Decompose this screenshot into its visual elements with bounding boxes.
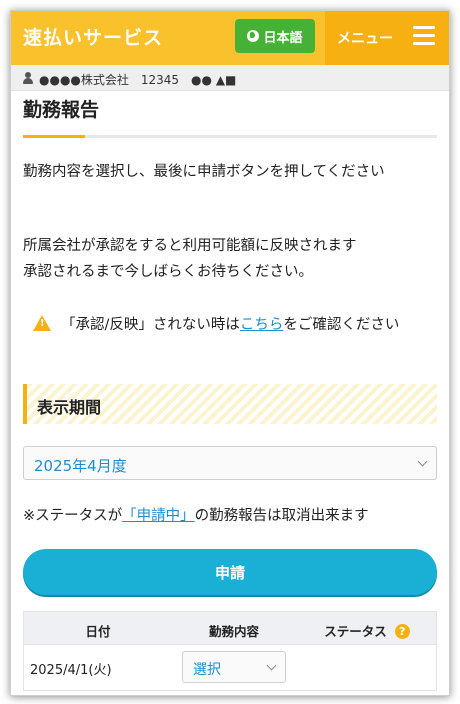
hamburger-icon <box>413 26 435 46</box>
warning-prefix: 「承認/反映」されない時は <box>61 317 240 333</box>
work-content-select[interactable]: 選択 <box>182 651 286 683</box>
row-date: 2025/4/1(火) <box>30 663 112 678</box>
brand-logo[interactable]: 速払いサービス <box>23 23 163 50</box>
period-select[interactable]: 2025年4月度 <box>23 446 437 480</box>
work-content-select-value: 選択 <box>193 662 221 678</box>
app-header: 速払いサービス 日本語 メニュー <box>11 11 449 65</box>
cancel-note: ※ステータスが「申請中」の勤務報告は取消出来ます <box>23 504 443 525</box>
language-button-label: 日本語 <box>263 30 303 46</box>
warning-icon: ! <box>33 315 51 331</box>
approval-info: 所属会社が承認をすると利用可能額に反映されます 承認されるまで今しばらくお待ちく… <box>23 233 437 285</box>
help-icon[interactable]: ? <box>394 624 410 639</box>
table-row: 2025/4/1(火) 選択 <box>23 645 437 691</box>
company-info: ●●●●株式会社 12345 ●● ▲■ <box>39 73 237 87</box>
title-divider-accent <box>23 135 85 138</box>
chevron-down-icon <box>266 660 277 671</box>
menu-button[interactable]: メニュー <box>325 11 449 65</box>
title-divider <box>23 135 437 138</box>
warning-message: ! 「承認/反映」されない時はこちらをご確認ください <box>23 312 437 338</box>
work-report-table: 日付 勤務内容 ステータス? 2025/4/1(火) 選択 <box>23 611 437 691</box>
page-title: 勤務報告 <box>23 99 100 121</box>
user-icon <box>23 72 33 84</box>
language-button[interactable]: 日本語 <box>235 19 315 53</box>
approval-info-line1: 所属会社が承認をすると利用可能額に反映されます <box>23 238 357 254</box>
chevron-down-icon <box>417 456 428 467</box>
column-header-date: 日付 <box>85 624 111 639</box>
submit-button[interactable]: 申請 <box>23 549 437 595</box>
column-header-status: ステータス? <box>296 621 438 640</box>
period-select-value: 2025年4月度 <box>34 457 127 475</box>
approval-info-line2: 承認されるまで今しばらくお待ちください。 <box>23 264 313 280</box>
table-header: 日付 勤務内容 ステータス? <box>23 611 437 645</box>
pending-status-link[interactable]: 「申請中」 <box>122 508 195 524</box>
period-section-header: 表示期間 <box>23 384 437 424</box>
column-header-work: 勤務内容 <box>208 624 259 639</box>
cancel-note-prefix: ※ステータスが <box>23 508 123 524</box>
column-header-status-label: ステータス <box>324 624 387 639</box>
globe-icon <box>247 30 260 42</box>
app-frame: 速払いサービス 日本語 メニュー ●●●●株式会社 12345 ●● ▲■ 勤務… <box>10 10 450 696</box>
menu-label: メニュー <box>337 31 393 47</box>
warning-suffix: をご確認ください <box>283 317 400 333</box>
user-info-bar: ●●●●株式会社 12345 ●● ▲■ <box>11 65 449 91</box>
period-label: 表示期間 <box>37 398 102 417</box>
cancel-note-suffix: の勤務報告は取消出来ます <box>194 508 369 524</box>
help-link[interactable]: こちら <box>240 317 284 333</box>
instruction-text: 勤務内容を選択し、最後に申請ボタンを押してください <box>23 164 385 180</box>
